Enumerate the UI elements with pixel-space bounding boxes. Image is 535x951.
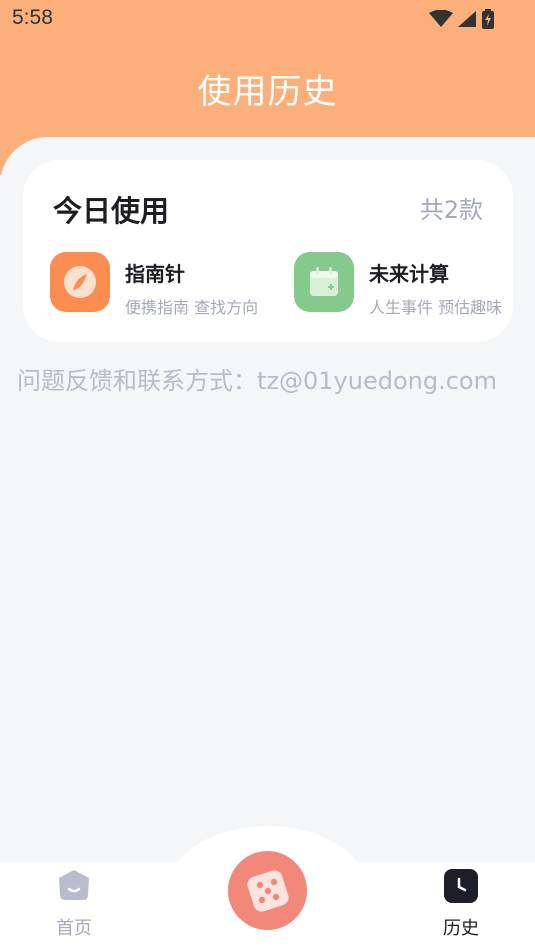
status-bar: 5:58 <box>0 0 535 38</box>
app-count: 共2款 <box>419 196 483 224</box>
home-icon <box>59 870 89 900</box>
battery-icon <box>482 9 494 29</box>
feedback-contact: 问题反馈和联系方式：tz@01yuedong.com <box>17 367 497 395</box>
calendar-icon <box>294 252 354 312</box>
page-title: 使用历史 <box>197 72 338 112</box>
status-icons <box>429 9 495 29</box>
app-name: 未来计算 <box>369 262 449 286</box>
card-title: 今日使用 <box>53 194 170 228</box>
today-usage-card: 今日使用 共2款 指南针 便携指南 查找方向 未来计算 人生事件 预估趣味 <box>23 160 513 342</box>
tab-home-label: 首页 <box>56 918 92 939</box>
dice-icon <box>246 869 289 912</box>
app-item-future-calc[interactable]: 未来计算 人生事件 预估趣味 <box>294 252 513 317</box>
app-desc: 便携指南 查找方向 <box>125 298 259 317</box>
app-item-compass[interactable]: 指南针 便携指南 查找方向 <box>50 252 268 317</box>
wifi-icon <box>429 10 453 27</box>
app-desc: 人生事件 预估趣味 <box>369 298 503 317</box>
tab-history-label: 历史 <box>443 918 479 939</box>
app-name: 指南针 <box>125 262 185 286</box>
tab-home[interactable]: 首页 <box>24 862 124 951</box>
tab-history[interactable]: 历史 <box>411 862 511 951</box>
status-time: 5:58 <box>12 6 53 29</box>
random-dice-button[interactable] <box>228 851 307 930</box>
compass-icon <box>50 252 110 312</box>
signal-icon <box>458 11 476 27</box>
clock-icon <box>444 869 478 903</box>
